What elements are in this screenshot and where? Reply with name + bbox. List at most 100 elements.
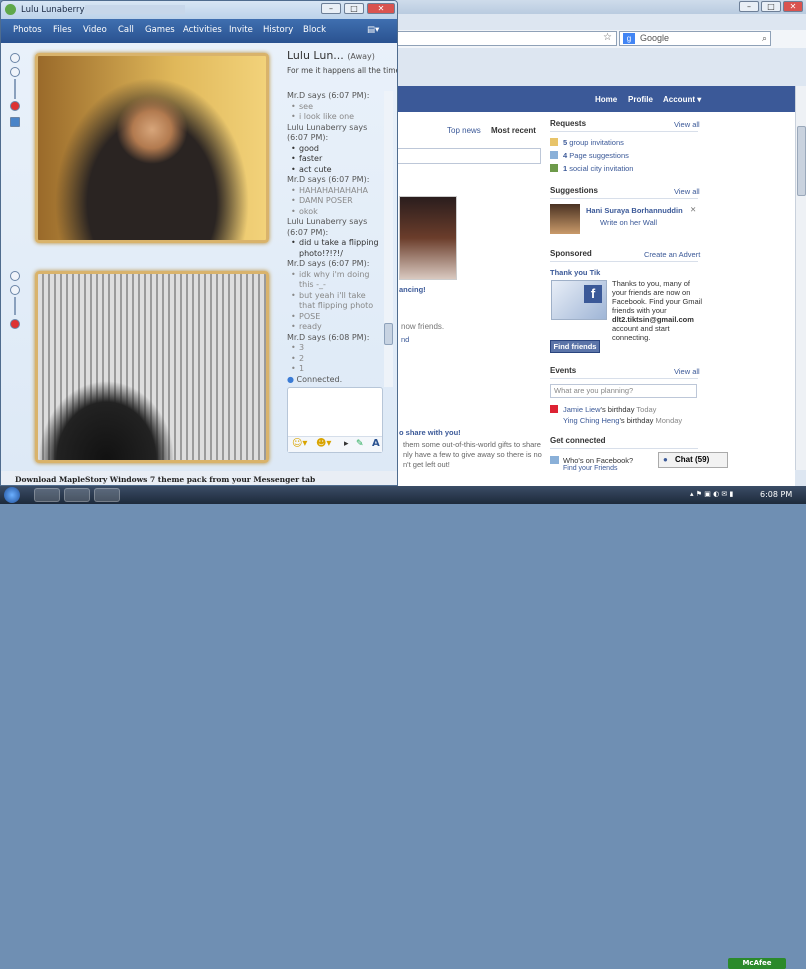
- menu-block[interactable]: Block: [303, 25, 326, 35]
- mcafee-badge[interactable]: McAfee: [728, 958, 786, 969]
- event-input[interactable]: What are you planning?: [550, 384, 697, 398]
- chat-bar[interactable]: ● Chat (59): [658, 452, 728, 468]
- avatar[interactable]: [550, 204, 580, 234]
- nav-home[interactable]: Home: [595, 95, 617, 104]
- chat-sender: Mr.D says (6:07 PM):: [287, 91, 370, 100]
- address-bar[interactable]: ☆: [391, 31, 617, 46]
- volume-slider[interactable]: [14, 79, 16, 99]
- news-link[interactable]: ancing!: [399, 285, 426, 294]
- taskbar: McAfee ▴ ⚑ ▣ ◐ ✉ ▮ 6:08 PM: [0, 486, 806, 969]
- requests-title: Requests: [550, 119, 587, 128]
- close-icon[interactable]: ✕: [690, 205, 696, 214]
- find-friends-button[interactable]: Find friends: [550, 340, 600, 353]
- mic-icon[interactable]: [10, 271, 20, 281]
- expand-icon[interactable]: [10, 117, 20, 127]
- taskbar-explorer[interactable]: [34, 488, 60, 502]
- minimize-button[interactable]: –: [321, 3, 341, 14]
- menu-call[interactable]: Call: [118, 25, 134, 35]
- search-icon[interactable]: ⌕: [762, 32, 767, 45]
- chat-message: but yeah i'll take that flipping photo: [287, 291, 383, 312]
- message-input[interactable]: ☺▾ ☻▾ ▸ ✎ A: [287, 387, 383, 453]
- group-icon: [550, 138, 558, 146]
- events-view-all[interactable]: View all: [674, 367, 700, 376]
- nav-account[interactable]: Account ▾: [663, 95, 701, 104]
- requests-view-all[interactable]: View all: [674, 120, 700, 129]
- connected-item[interactable]: Who's on Facebook?: [563, 456, 633, 465]
- menu-files[interactable]: Files: [53, 25, 72, 35]
- page-scrollbar[interactable]: [795, 86, 806, 470]
- create-advert-link[interactable]: Create an Advert: [644, 250, 700, 259]
- star-icon[interactable]: ☆: [603, 32, 612, 43]
- footer-ad[interactable]: Download MapleStory Windows 7 theme pack…: [15, 475, 315, 484]
- chat-messages: seei look like one: [287, 102, 383, 123]
- contact-webcam[interactable]: [35, 53, 269, 243]
- chat-messages: 321: [287, 343, 383, 375]
- status-input[interactable]: [397, 148, 541, 164]
- connected-item-2[interactable]: Find your Friends: [563, 465, 617, 472]
- request-count: 1: [563, 164, 568, 173]
- pencil-icon[interactable]: ✎: [356, 439, 364, 449]
- contact-name[interactable]: Lulu Lun...: [287, 49, 344, 62]
- tab-top-news[interactable]: Top news: [447, 126, 481, 135]
- chat-message: POSE: [287, 312, 383, 323]
- event-when: Today: [636, 405, 657, 414]
- chat-bar-label: Chat (59): [675, 455, 710, 464]
- chat-messages: HAHAHAHAHAHADAMN POSERokok: [287, 186, 383, 218]
- chat-scrollbar[interactable]: [384, 91, 393, 387]
- request-label: group invitations: [569, 138, 624, 147]
- maximize-button[interactable]: □: [761, 1, 781, 12]
- start-button[interactable]: [4, 487, 20, 503]
- ad-image[interactable]: f: [551, 280, 607, 320]
- chat-message: idk why i'm doing this -_-: [287, 270, 383, 291]
- menu-games[interactable]: Games: [145, 25, 175, 35]
- close-button[interactable]: ✕: [367, 3, 395, 14]
- suggestions-view-all[interactable]: View all: [674, 187, 700, 196]
- ad-title[interactable]: Thank you Tik: [550, 268, 600, 277]
- event-name[interactable]: Ying Ching Heng: [563, 416, 619, 425]
- suggestions-title: Suggestions: [550, 186, 599, 195]
- facebook-icon: f: [584, 285, 602, 303]
- scrollbar-thumb[interactable]: [797, 126, 806, 196]
- menu-history[interactable]: History: [263, 25, 293, 35]
- menu-activities[interactable]: Activities: [183, 25, 222, 35]
- taskbar-media[interactable]: [64, 488, 90, 502]
- minimize-button[interactable]: –: [739, 1, 759, 12]
- tab-most-recent[interactable]: Most recent: [491, 126, 536, 135]
- taskbar-firefox[interactable]: [94, 488, 120, 502]
- ad-line: connecting.: [612, 333, 651, 342]
- clock[interactable]: 6:08 PM: [760, 490, 792, 499]
- news-photo[interactable]: [399, 196, 457, 280]
- chat-message: see: [287, 102, 383, 113]
- font-icon[interactable]: A: [372, 438, 380, 449]
- menu-video[interactable]: Video: [83, 25, 107, 35]
- chat-sender: Mr.D says (6:08 PM):: [287, 332, 370, 342]
- news-link-2[interactable]: nd: [401, 335, 409, 344]
- emoticon-icon[interactable]: ☺▾: [292, 438, 307, 449]
- collapse-icon[interactable]: [10, 53, 20, 63]
- nudge-icon[interactable]: ▸: [344, 439, 349, 449]
- wink-icon[interactable]: ☻▾: [316, 438, 331, 449]
- tray-icons[interactable]: ▴ ⚑ ▣ ◐ ✉ ▮: [690, 490, 733, 498]
- volume-icon[interactable]: [10, 67, 20, 77]
- record-icon[interactable]: [10, 319, 20, 329]
- share-title[interactable]: o share with you!: [399, 428, 461, 437]
- suggestion-action[interactable]: Write on her Wall: [600, 218, 657, 227]
- webcam-icon[interactable]: [10, 101, 20, 111]
- ad-line: Thanks to you, many of: [612, 279, 690, 288]
- chat-icon: ●: [663, 455, 668, 464]
- maximize-button[interactable]: □: [344, 3, 364, 14]
- options-icon[interactable]: ▤▾: [367, 25, 379, 35]
- nav-profile[interactable]: Profile: [628, 95, 653, 104]
- event-name[interactable]: Jamie Liew: [563, 405, 601, 414]
- search-input[interactable]: g Google ⌕: [619, 31, 771, 46]
- chat-scroll-thumb[interactable]: [384, 323, 393, 345]
- mic-slider[interactable]: [14, 297, 16, 315]
- suggestion-name[interactable]: Hani Suraya Borhannuddin: [586, 206, 683, 215]
- close-button[interactable]: ✕: [783, 1, 803, 12]
- address-toolbar: ☆ g Google ⌕: [381, 30, 806, 48]
- event-when: Monday: [655, 416, 683, 425]
- my-webcam[interactable]: [35, 271, 269, 463]
- menu-photos[interactable]: Photos: [13, 25, 42, 35]
- menu-invite[interactable]: Invite: [229, 25, 253, 35]
- speaker-icon[interactable]: [10, 285, 20, 295]
